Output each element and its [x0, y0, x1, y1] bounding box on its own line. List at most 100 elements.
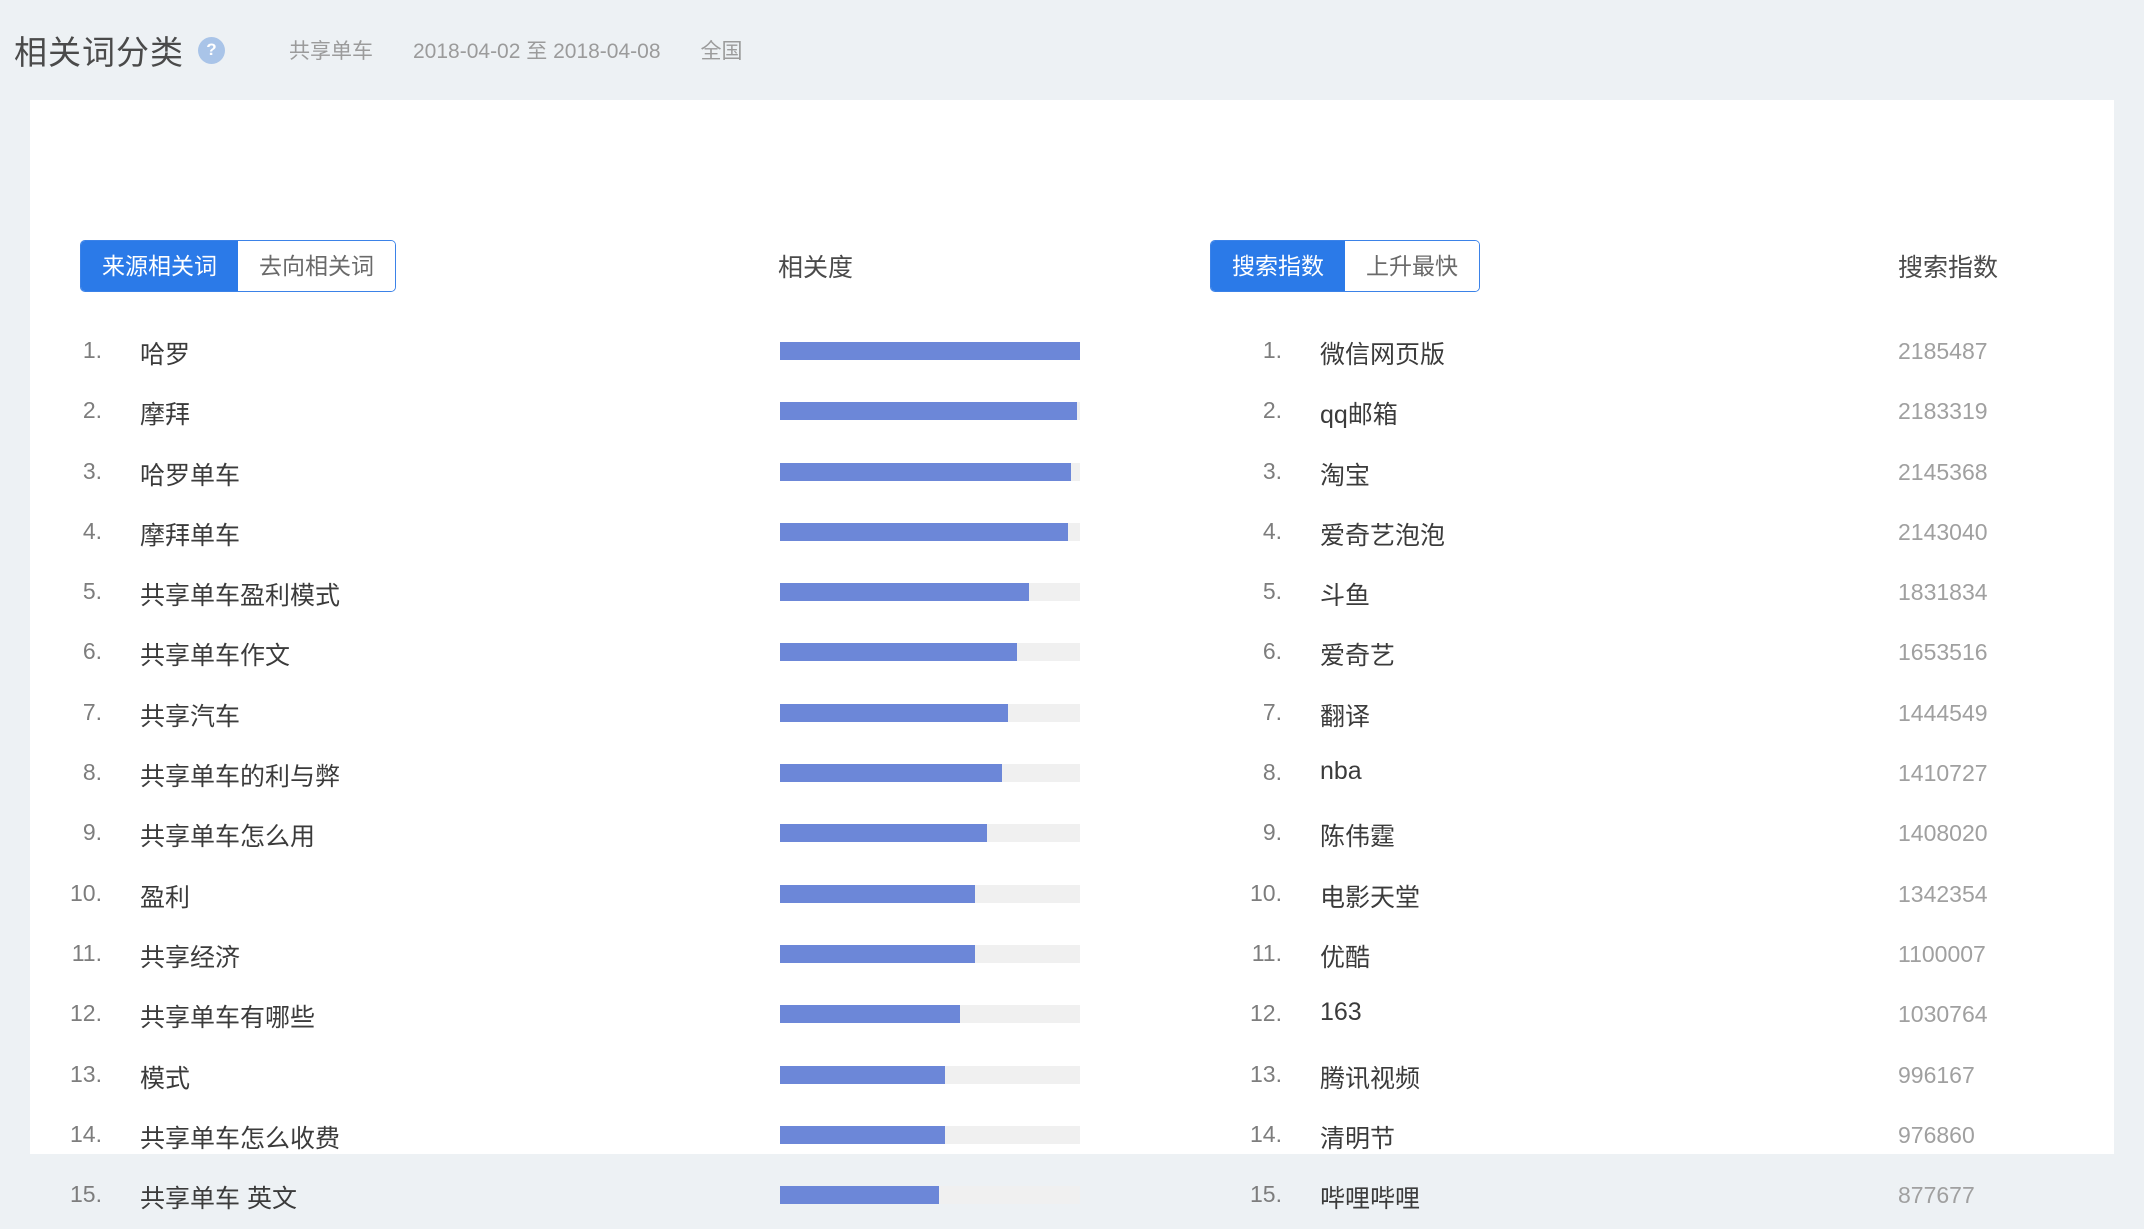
rank-number: 5.: [82, 578, 102, 605]
search-index-word-link[interactable]: 腾讯视频: [1320, 1059, 1420, 1095]
search-index-value: 976860: [1898, 1121, 1975, 1148]
relevance-bar-fill: [780, 1125, 945, 1144]
rank-number: 14.: [1250, 1120, 1282, 1147]
relevance-bar-track: [780, 583, 1080, 602]
rank-number: 13.: [1250, 1060, 1282, 1087]
related-words-card: 来源相关词 去向相关词 相关度 搜索指数 上升最快 搜索指数 1. 哈罗 1. 微信网…: [30, 100, 2114, 1213]
search-index-word-link[interactable]: 电影天堂: [1320, 878, 1420, 914]
related-word-link[interactable]: 哈罗: [140, 335, 190, 371]
relevance-bar-fill: [780, 703, 1008, 722]
related-word-link[interactable]: 盈利: [140, 878, 190, 914]
relevance-bar-fill: [780, 522, 1068, 541]
tab-search-index[interactable]: 搜索指数: [1211, 241, 1345, 291]
relevance-bar-fill: [780, 1065, 945, 1084]
table-row: 7. 共享汽车 7. 翻译 1444549: [30, 687, 2114, 747]
rank-number: 12.: [1250, 1000, 1282, 1027]
table-row: 10. 盈利 10. 电影天堂 1342354: [30, 868, 2114, 928]
search-index-word-link[interactable]: 淘宝: [1320, 456, 1370, 492]
search-index-word-link[interactable]: 爱奇艺泡泡: [1320, 516, 1445, 552]
table-row: 3. 哈罗单车 3. 淘宝 2145368: [30, 446, 2114, 506]
table-row: 12. 共享单车有哪些 12. 163 1030764: [30, 988, 2114, 1048]
rank-number: 2.: [82, 397, 102, 424]
related-word-link[interactable]: 共享汽车: [140, 697, 240, 733]
search-index-word-link[interactable]: 清明节: [1320, 1119, 1395, 1155]
related-word-link[interactable]: 模式: [140, 1059, 190, 1095]
rank-number: 10.: [70, 879, 102, 906]
search-index-word-link[interactable]: 斗鱼: [1320, 576, 1370, 612]
relevance-bar-fill: [780, 764, 1002, 783]
related-word-link[interactable]: 共享单车盈利模式: [140, 576, 340, 612]
table-row: 11. 共享经济 11. 优酷 1100007: [30, 928, 2114, 988]
breadcrumb: 共享单车 2018-04-02 至 2018-04-08 全国: [289, 35, 743, 65]
table-row: 8. 共享单车的利与弊 8. nba 1410727: [30, 747, 2114, 807]
rank-number: 10.: [1250, 879, 1282, 906]
search-index-value: 2183319: [1898, 398, 1988, 425]
lists-container: 1. 哈罗 1. 微信网页版 2185487 2. 摩拜 2. qq邮箱 2183319 3. 哈罗单…: [30, 325, 2114, 1229]
search-index-word-link[interactable]: 陈伟霆: [1320, 817, 1395, 853]
rank-number: 11.: [71, 939, 102, 966]
meta-keyword: 共享单车: [289, 40, 373, 63]
relevance-bar-track: [780, 884, 1080, 903]
rank-number: 6.: [1262, 638, 1282, 665]
relevance-bar-track: [780, 1186, 1080, 1205]
help-question-icon[interactable]: ?: [198, 36, 225, 64]
relevance-bar-fill: [780, 884, 975, 903]
tab-source-related-words[interactable]: 来源相关词: [81, 241, 238, 291]
related-word-link[interactable]: 共享单车作文: [140, 636, 290, 672]
related-word-link[interactable]: 摩拜: [140, 395, 190, 431]
rank-number: 1.: [1262, 337, 1282, 363]
relevance-bar-fill: [780, 824, 987, 843]
relevance-bar-fill: [780, 643, 1017, 662]
search-index-word-link[interactable]: 翻译: [1320, 697, 1370, 733]
search-index-value: 1342354: [1898, 880, 1988, 907]
rows-host: 1. 哈罗 1. 微信网页版 2185487 2. 摩拜 2. qq邮箱 2183319 3. 哈罗单…: [30, 325, 2114, 1229]
search-index-word-link[interactable]: qq邮箱: [1320, 395, 1398, 431]
relevance-bar-fill: [780, 1186, 939, 1205]
rank-number: 7.: [1262, 698, 1282, 725]
related-word-link[interactable]: 共享单车 英文: [140, 1179, 297, 1215]
related-word-link[interactable]: 共享经济: [140, 938, 240, 974]
related-word-link[interactable]: 共享单车怎么用: [140, 817, 315, 853]
search-index-word-link[interactable]: 163: [1320, 998, 1362, 1027]
rank-number: 8.: [1262, 759, 1282, 786]
search-index-word-link[interactable]: 爱奇艺: [1320, 636, 1395, 672]
relevance-bar-track: [780, 703, 1080, 722]
search-index-value: 1030764: [1898, 1001, 1988, 1028]
related-word-link[interactable]: 共享单车的利与弊: [140, 757, 340, 793]
relevance-bar-track: [780, 522, 1080, 541]
relevance-bar-track: [780, 824, 1080, 843]
relevance-bar-fill: [780, 342, 1080, 360]
rank-number: 13.: [70, 1060, 102, 1087]
search-index-value: 996167: [1898, 1061, 1975, 1088]
rank-number: 6.: [82, 638, 102, 665]
table-row: 5. 共享单车盈利模式 5. 斗鱼 1831834: [30, 566, 2114, 626]
page-title: 相关词分类: [14, 34, 184, 71]
relevance-bar-fill: [780, 402, 1077, 421]
rank-number: 15.: [70, 1181, 102, 1208]
page-header: 相关词分类 ? 共享单车 2018-04-02 至 2018-04-08 全国: [0, 0, 2144, 100]
rank-number: 7.: [82, 698, 102, 725]
rank-number: 8.: [82, 759, 102, 786]
relevance-bar-track: [780, 764, 1080, 783]
table-row: 6. 共享单车作文 6. 爱奇艺 1653516: [30, 626, 2114, 686]
search-index-value: 2143040: [1898, 518, 1988, 545]
search-index-value: 1831834: [1898, 579, 1988, 606]
related-word-link[interactable]: 哈罗单车: [140, 456, 240, 492]
relevance-bar-track: [780, 342, 1080, 360]
sort-mode-toggle[interactable]: 搜索指数 上升最快: [1210, 240, 1480, 292]
relevance-bar-track: [780, 643, 1080, 662]
table-row: 4. 摩拜单车 4. 爱奇艺泡泡 2143040: [30, 506, 2114, 566]
related-word-link[interactable]: 摩拜单车: [140, 516, 240, 552]
table-row: 1. 哈罗 1. 微信网页版 2185487: [30, 325, 2114, 385]
search-index-word-link[interactable]: 微信网页版: [1320, 335, 1445, 371]
search-index-word-link[interactable]: nba: [1320, 757, 1362, 786]
search-index-word-link[interactable]: 优酷: [1320, 938, 1370, 974]
search-index-value: 1444549: [1898, 699, 1988, 726]
source-direction-toggle[interactable]: 来源相关词 去向相关词: [80, 240, 396, 292]
tab-destination-related-words[interactable]: 去向相关词: [238, 241, 395, 291]
related-word-link[interactable]: 共享单车有哪些: [140, 998, 315, 1034]
rank-number: 3.: [82, 457, 102, 484]
search-index-word-link[interactable]: 哔哩哔哩: [1320, 1179, 1420, 1215]
tab-fastest-rising[interactable]: 上升最快: [1345, 241, 1479, 291]
related-word-link[interactable]: 共享单车怎么收费: [140, 1119, 340, 1155]
